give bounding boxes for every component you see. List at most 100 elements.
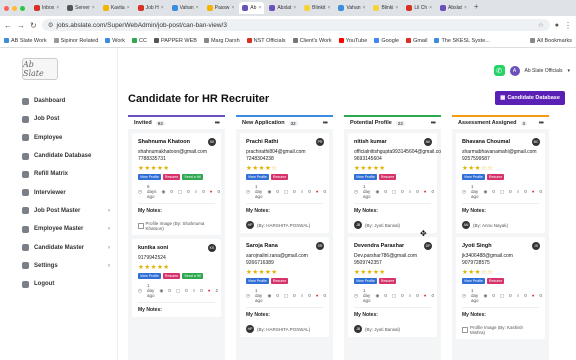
zoom-window-button[interactable]: [20, 5, 25, 11]
card-action-button[interactable]: Send a Hi!: [182, 174, 204, 180]
attachment-icon[interactable]: ⌕: [409, 293, 412, 298]
card-action-button[interactable]: View Profile: [462, 174, 485, 180]
bookmark-item[interactable]: Client's Work: [292, 38, 332, 44]
browser-tab[interactable]: Passw ×: [204, 2, 238, 14]
close-window-button[interactable]: [4, 5, 9, 11]
close-icon[interactable]: ×: [429, 5, 432, 11]
candidate-card[interactable]: Saroja Rana SR sarojnalini.rana@gmail.com 9…: [240, 237, 329, 337]
menu-kebab-icon[interactable]: ⋮: [564, 21, 572, 30]
forward-arrow-icon[interactable]: →: [17, 21, 25, 30]
candidate-card[interactable]: Jyoti Singh JS jk3406488@gmail.com 90797285…: [456, 237, 545, 339]
attachment-icon[interactable]: ⌕: [409, 189, 412, 194]
card-action-button[interactable]: Resume: [486, 174, 505, 180]
browser-tab[interactable]: Abslat ×: [266, 2, 299, 14]
card-action-button[interactable]: View Profile: [462, 278, 485, 284]
comment-icon[interactable]: ▢: [500, 189, 504, 195]
rating-stars[interactable]: ★★★☆☆: [462, 164, 539, 172]
close-icon[interactable]: ×: [395, 5, 398, 11]
chevron-down-icon[interactable]: ▾: [567, 68, 570, 74]
browser-tab[interactable]: Server ×: [64, 2, 98, 14]
browser-tab[interactable]: Blinkit ×: [301, 2, 333, 14]
browser-tab[interactable]: Abslat ×: [437, 2, 470, 14]
bookmark-item[interactable]: Sipinor Related: [53, 38, 98, 44]
sidebar-item[interactable]: Employee: [22, 129, 110, 147]
card-action-button[interactable]: View Profile: [354, 278, 377, 284]
more-options-icon[interactable]: •••: [539, 120, 544, 127]
sidebar-item[interactable]: Dashboard: [22, 92, 110, 110]
close-icon[interactable]: ×: [328, 5, 331, 11]
sidebar-item[interactable]: Settings ›: [22, 257, 110, 275]
browser-tab[interactable]: Blinki ×: [370, 2, 401, 14]
attachment-icon[interactable]: ⌕: [517, 189, 520, 194]
logo[interactable]: Ab Slate: [22, 58, 58, 80]
rating-stars[interactable]: ★★★☆☆: [462, 268, 539, 276]
close-icon[interactable]: ×: [231, 5, 234, 11]
minimize-window-button[interactable]: [12, 5, 17, 11]
close-icon[interactable]: ×: [161, 5, 164, 11]
browser-tab[interactable]: Job H ×: [135, 2, 167, 14]
attachment-icon[interactable]: ⌕: [195, 189, 198, 194]
comment-icon[interactable]: ▢: [284, 293, 288, 299]
rating-stars[interactable]: ★★★★★: [138, 263, 215, 271]
close-icon[interactable]: ×: [196, 5, 199, 11]
close-icon[interactable]: ×: [293, 5, 296, 11]
card-action-button[interactable]: Resume: [162, 174, 181, 180]
new-tab-icon[interactable]: +: [474, 2, 479, 14]
card-action-button[interactable]: View Profile: [138, 273, 161, 279]
card-action-button[interactable]: Resume: [486, 278, 505, 284]
comment-icon[interactable]: ▢: [392, 293, 396, 299]
back-arrow-icon[interactable]: ←: [4, 21, 12, 30]
reload-icon[interactable]: ↻: [30, 21, 37, 30]
browser-tab[interactable]: Inbox ×: [31, 2, 62, 14]
profile-avatar-icon[interactable]: ●: [555, 22, 559, 29]
user-avatar[interactable]: A: [509, 65, 520, 76]
comment-icon[interactable]: ▢: [284, 189, 288, 195]
bookmark-item[interactable]: YouTube: [338, 38, 367, 44]
close-icon[interactable]: ×: [56, 5, 59, 11]
card-action-button[interactable]: Send a Hi!: [182, 273, 204, 279]
bookmark-item[interactable]: CC: [132, 38, 147, 44]
candidate-card[interactable]: Devendra Parashar DP Dev.parshar786@gmail.…: [348, 237, 437, 337]
sidebar-item[interactable]: Candidate Database: [22, 147, 110, 165]
bookmark-item[interactable]: Gmail: [406, 38, 427, 44]
card-action-button[interactable]: Resume: [162, 273, 181, 279]
card-action-button[interactable]: Resume: [378, 278, 397, 284]
bookmark-item[interactable]: Work: [105, 38, 125, 44]
sidebar-item[interactable]: Refill Matrix: [22, 165, 110, 183]
close-icon[interactable]: ×: [363, 5, 366, 11]
candidate-card[interactable]: kunika soni KS 9179942524 ★★★★★ View Profile…: [132, 239, 221, 317]
candidate-card[interactable]: Prachi Rathi PR prachirathi804@gmail.com 72…: [240, 133, 329, 233]
browser-tab[interactable]: Kavita ×: [100, 2, 133, 14]
attachment-icon[interactable]: ⌕: [301, 293, 304, 298]
rating-stars[interactable]: ★★★★★: [354, 268, 431, 276]
bookmark-item[interactable]: Google: [374, 38, 399, 44]
candidate-card[interactable]: Bhavana Choumal BC sharmabhavanamahi@gmail…: [456, 133, 545, 233]
browser-tab[interactable]: Ab ×: [239, 2, 265, 14]
comment-icon[interactable]: ▢: [500, 293, 504, 299]
card-action-button[interactable]: View Profile: [354, 174, 377, 180]
all-bookmarks-link[interactable]: All Bookmarks: [529, 38, 572, 44]
bookmark-item[interactable]: Marg Darsh: [203, 38, 240, 44]
sidebar-item[interactable]: Employee Master ›: [22, 220, 110, 238]
rating-stars[interactable]: ★★★★☆: [246, 164, 323, 172]
sidebar-item[interactable]: Candidate Master ›: [22, 238, 110, 256]
attachment-icon[interactable]: ⌕: [193, 288, 196, 293]
whatsapp-icon[interactable]: ✆: [493, 65, 505, 76]
comment-icon[interactable]: ▢: [176, 288, 180, 294]
sidebar-item[interactable]: Job Post: [22, 110, 110, 128]
attachment-icon[interactable]: ⌕: [517, 293, 520, 298]
comment-icon[interactable]: ▢: [392, 189, 396, 195]
card-action-button[interactable]: View Profile: [246, 278, 269, 284]
more-options-icon[interactable]: •••: [215, 120, 220, 127]
card-action-button[interactable]: View Profile: [246, 174, 269, 180]
rating-stars[interactable]: ★★★★★: [354, 164, 431, 172]
card-action-button[interactable]: View Profile: [138, 174, 161, 180]
bookmark-star-icon[interactable]: ☆: [538, 21, 544, 29]
url-field[interactable]: ⚙ jobs.abslate.com/SuperWebAdmin/job-pos…: [41, 19, 550, 31]
close-icon[interactable]: ×: [464, 5, 467, 11]
more-options-icon[interactable]: •••: [323, 120, 328, 127]
attachment-icon[interactable]: ⌕: [301, 189, 304, 194]
candidate-database-button[interactable]: ▦ Candidate Database: [495, 91, 565, 105]
sidebar-item[interactable]: Job Post Master ›: [22, 202, 110, 220]
bookmark-item[interactable]: The SKESL Syste...: [434, 38, 490, 44]
